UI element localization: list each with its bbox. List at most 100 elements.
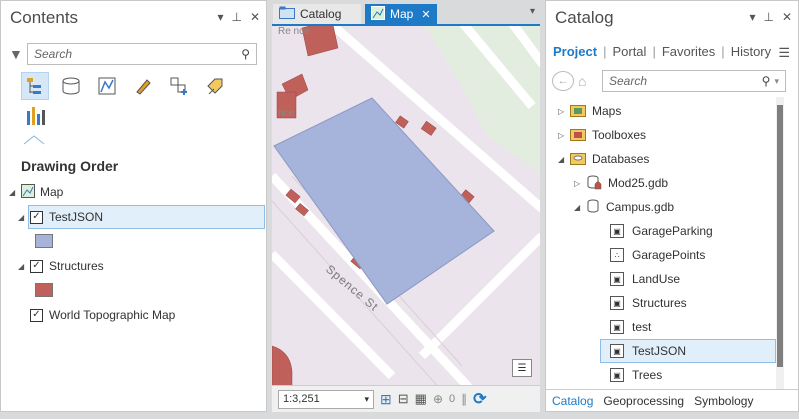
catalog-item-trees[interactable]: ▣ Trees — [610, 364, 662, 386]
layer-label: TestJSON — [49, 210, 104, 224]
catalog-item-testjson[interactable]: ▣ TestJSON — [600, 339, 776, 363]
structures-symbol-swatch[interactable] — [35, 283, 53, 297]
layer-visibility-checkbox[interactable]: ✓ — [30, 259, 43, 273]
catalog-menu-icon[interactable]: ☰ — [778, 45, 790, 61]
selected-features-icon[interactable]: ⊕ — [433, 392, 443, 406]
collapse-triangle-icon[interactable]: ◢ — [558, 155, 570, 164]
map-toc-toggle-icon[interactable]: ☰ — [512, 359, 532, 377]
tree-label: test — [632, 320, 652, 334]
layer-label: Map — [40, 185, 64, 199]
search-icon[interactable]: ⚲ — [762, 74, 771, 88]
collapse-triangle-icon[interactable]: ◢ — [9, 188, 21, 197]
collapse-triangle-icon[interactable]: ◢ — [18, 213, 30, 222]
tab-overflow-icon[interactable]: ▾ — [530, 6, 535, 17]
close-icon[interactable]: ✕ — [250, 10, 260, 24]
tree-label: TestJSON — [632, 344, 687, 358]
layer-basemap-row[interactable]: ✓ World Topographic Map — [30, 304, 175, 326]
list-by-source-icon[interactable] — [57, 72, 85, 100]
scrollbar-thumb[interactable] — [777, 105, 783, 367]
layer-visibility-checkbox[interactable]: ✓ — [30, 210, 43, 224]
tree-label: Structures — [632, 296, 687, 310]
bottom-tab-symbology[interactable]: Symbology — [694, 394, 753, 408]
scale-dropdown[interactable]: 1:3,251 ▾ — [278, 389, 374, 409]
chevron-down-icon: ▾ — [364, 393, 369, 404]
tree-label: Maps — [592, 104, 622, 118]
catalog-search-input[interactable]: Search ⚲ ▾ — [602, 70, 786, 92]
catalog-item-garageparking[interactable]: ▣ GarageParking — [610, 220, 713, 242]
tab-favorites[interactable]: Favorites — [662, 44, 715, 59]
map-canvas[interactable]: Spence St Re nce nce ☰ — [272, 24, 540, 385]
layer-testjson-row[interactable]: ◢ ✓ TestJSON — [18, 205, 266, 229]
catalog-item-campus-gdb[interactable]: ◢ Campus.gdb — [574, 196, 674, 218]
nav-tools-icon[interactable]: ⊞ — [380, 391, 392, 408]
refresh-icon[interactable]: ⟳ — [473, 389, 486, 409]
tree-label: GarageParking — [632, 224, 713, 238]
list-by-selection-icon[interactable] — [93, 72, 121, 100]
tree-label: Campus.gdb — [606, 200, 675, 214]
close-tab-icon[interactable]: ✕ — [421, 8, 430, 21]
grid-icon[interactable]: ⊟ — [398, 391, 409, 407]
contents-pane-controls: ▾ ⊥ ✕ — [217, 10, 260, 24]
layer-visibility-checkbox[interactable]: ✓ — [30, 308, 43, 322]
pin-icon[interactable]: ⊥ — [763, 10, 773, 24]
contents-search-input[interactable]: Search ⚲ — [27, 43, 257, 65]
chevron-down-icon[interactable]: ▾ — [774, 76, 779, 87]
expand-triangle-icon[interactable]: ▷ — [558, 107, 570, 116]
catalog-item-mod25-gdb[interactable]: ▷ Mod25.gdb — [574, 172, 668, 194]
catalog-pane: Catalog ▾ ⊥ ✕ Project | Portal | Favorit… — [545, 0, 799, 412]
catalog-item-databases[interactable]: ◢ Databases — [558, 148, 649, 170]
catalog-scrollbar[interactable] — [776, 97, 784, 389]
map-label-fragment: nce — [278, 108, 295, 119]
catalog-item-test[interactable]: ▣ test — [610, 316, 651, 338]
catalog-item-maps[interactable]: ▷ Maps — [558, 100, 621, 122]
list-by-charts-icon[interactable] — [25, 103, 49, 130]
layer-structures-row[interactable]: ◢ ✓ Structures — [18, 255, 104, 277]
expand-triangle-icon[interactable]: ▷ — [574, 179, 586, 188]
close-icon[interactable]: ✕ — [782, 10, 792, 24]
tab-portal[interactable]: Portal — [612, 44, 646, 59]
pause-icon[interactable]: ∥ — [461, 392, 467, 406]
tree-label: Toolboxes — [592, 128, 647, 142]
testjson-symbol-swatch[interactable] — [35, 234, 53, 248]
collapse-triangle-icon[interactable]: ◢ — [18, 262, 30, 271]
pane-menu-icon[interactable]: ▾ — [749, 10, 755, 24]
tree-label: LandUse — [632, 272, 681, 286]
tree-label: Trees — [632, 368, 663, 382]
catalog-item-structures[interactable]: ▣ Structures — [610, 292, 687, 314]
tab-project[interactable]: Project — [553, 44, 597, 59]
catalog-tab-icon — [279, 6, 295, 22]
layer-map-row[interactable]: ◢ Map — [9, 181, 63, 203]
tab-history[interactable]: History — [731, 44, 771, 59]
catalog-item-garagepoints[interactable]: ∴ GaragePoints — [610, 244, 705, 266]
map-status-bar: 1:3,251 ▾ ⊞ ⊟ ▦ ⊕ 0 ∥ ⟳ — [272, 385, 540, 412]
collapse-triangle-icon[interactable]: ◢ — [574, 203, 586, 212]
tab-map[interactable]: Map ✕ — [365, 4, 437, 24]
toolbar-expand-chevron-icon[interactable] — [23, 134, 45, 145]
bottom-tab-catalog[interactable]: Catalog — [552, 394, 593, 408]
bottom-tab-geoprocessing[interactable]: Geoprocessing — [603, 394, 684, 408]
table-icon[interactable]: ▦ — [415, 391, 427, 407]
list-by-snapping-icon[interactable] — [165, 72, 193, 100]
contents-title: Contents — [10, 8, 79, 27]
tab-catalog[interactable]: Catalog — [273, 4, 361, 24]
catalog-item-toolboxes[interactable]: ▷ Toolboxes — [558, 124, 646, 146]
expand-triangle-icon[interactable]: ▷ — [558, 131, 570, 140]
home-icon[interactable]: ⌂ — [578, 73, 600, 89]
pane-menu-icon[interactable]: ▾ — [217, 10, 223, 24]
list-by-editing-icon[interactable] — [129, 72, 157, 100]
pin-icon[interactable]: ⊥ — [231, 10, 241, 24]
catalog-tabs: Project | Portal | Favorites | History — [553, 44, 771, 59]
list-by-labeling-icon[interactable] — [201, 72, 229, 100]
catalog-item-landuse[interactable]: ▣ LandUse — [610, 268, 680, 290]
contents-toolbar — [21, 72, 229, 100]
map-icon — [21, 183, 35, 201]
back-icon[interactable]: ← — [552, 71, 574, 91]
map-view-pane: Catalog Map ✕ ▾ Spence St Re nce nce ☰ 1… — [271, 0, 541, 412]
tree-label: GaragePoints — [632, 248, 706, 262]
search-icon[interactable]: ⚲ — [241, 47, 250, 61]
filter-icon[interactable]: ▼ — [9, 46, 27, 62]
tree-label: Databases — [592, 152, 650, 166]
list-by-drawing-order-icon[interactable] — [21, 72, 49, 100]
databases-folder-icon — [570, 151, 586, 168]
tab-separator: | — [652, 44, 656, 59]
